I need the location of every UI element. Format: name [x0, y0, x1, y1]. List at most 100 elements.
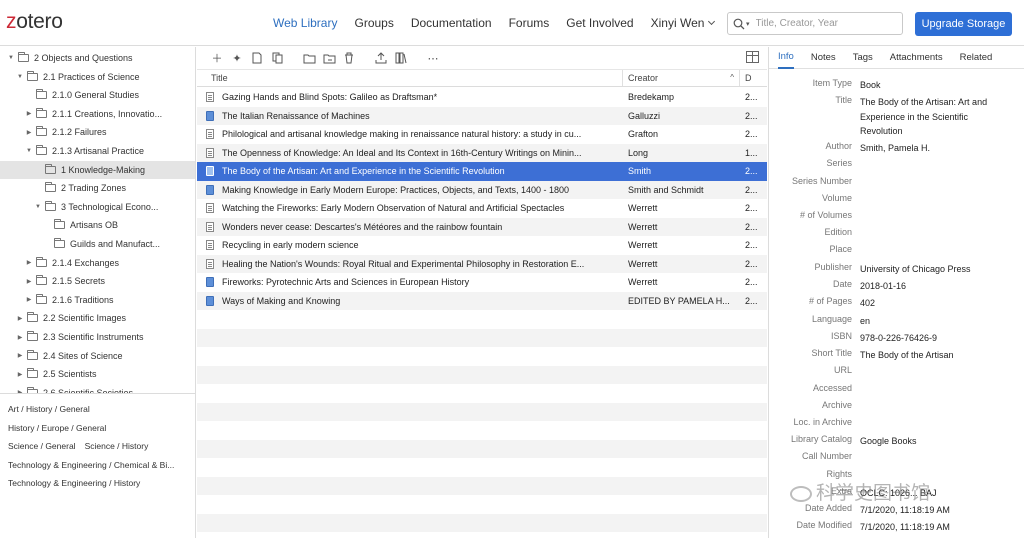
table-row[interactable]: Fireworks: Pyrotechnic Arts and Sciences…	[197, 273, 767, 292]
table-row[interactable]: The Italian Renaissance of Machines Gallu…	[197, 106, 767, 125]
collection-item[interactable]: 2.1.0 General Studies	[0, 86, 195, 104]
field-value[interactable]	[852, 362, 1012, 379]
nav-groups[interactable]: Groups	[354, 16, 393, 30]
tag[interactable]: Technology & Engineering / Chemical & Bi…	[8, 460, 174, 470]
collection-tree[interactable]: ▼ 2 Objects and Questions ▼ 2.1 Practices o…	[0, 47, 195, 394]
table-row[interactable]: Healing the Nation's Wounds: Royal Ritua…	[197, 254, 767, 273]
add-by-identifier-icon[interactable]: ✦	[230, 51, 244, 65]
field-value[interactable]	[852, 207, 1012, 224]
table-row[interactable]: Watching the Fireworks: Early Modern Obs…	[197, 199, 767, 218]
field-value[interactable]: Smith, Pamela H.	[852, 138, 1012, 155]
field-value[interactable]: 2018-01-16	[852, 276, 1012, 293]
collection-item[interactable]: ▼ 2.1.3 Artisanal Practice	[0, 142, 195, 160]
trash-icon[interactable]	[342, 51, 356, 65]
zotero-logo[interactable]: zotero	[6, 10, 63, 34]
tab-tags[interactable]: Tags	[853, 47, 873, 69]
search-box[interactable]: ▾	[727, 12, 903, 35]
column-picker-icon[interactable]	[746, 51, 759, 63]
field-value[interactable]: 7/1/2020, 11:18:19 AM	[852, 500, 1012, 517]
table-row[interactable]: Recycling in early modern science Werrett…	[197, 236, 767, 255]
table-row[interactable]: Philological and artisanal knowledge mak…	[197, 125, 767, 144]
collection-item[interactable]: ▶ 2.1.1 Creations, Innovatio...	[0, 105, 195, 123]
field-value[interactable]: Google Books	[852, 431, 1012, 448]
collapsed-chevron-icon[interactable]: ▶	[25, 296, 33, 303]
collection-item[interactable]: ▶ 2.1.6 Traditions	[0, 291, 195, 309]
field-value[interactable]	[852, 173, 1012, 190]
field-value[interactable]	[852, 380, 1012, 397]
nav-get-involved[interactable]: Get Involved	[566, 16, 633, 30]
column-creator[interactable]: Creator ^	[623, 70, 740, 86]
field-value[interactable]: The Body of the Artisan: Art and Experie…	[852, 92, 1012, 138]
tag[interactable]: History / Europe / General	[8, 423, 106, 433]
collection-item[interactable]: ▶ 2.6 Scientific Societies	[0, 384, 195, 393]
upgrade-storage-button[interactable]: Upgrade Storage	[915, 12, 1012, 36]
tag[interactable]: Technology & Engineering / History	[8, 478, 140, 488]
tab-attachments[interactable]: Attachments	[890, 47, 943, 69]
expanded-chevron-icon[interactable]: ▼	[16, 74, 24, 80]
field-value[interactable]	[852, 466, 1012, 483]
collapsed-chevron-icon[interactable]: ▶	[16, 352, 24, 359]
field-value[interactable]	[852, 155, 1012, 172]
table-row[interactable]: The Openness of Knowledge: An Ideal and …	[197, 143, 767, 162]
collection-item[interactable]: ▶ 2.4 Sites of Science	[0, 347, 195, 365]
collection-item[interactable]: ▶ 2.1.2 Failures	[0, 123, 195, 141]
collapsed-chevron-icon[interactable]: ▶	[16, 371, 24, 378]
field-value[interactable]: 978-0-226-76426-9	[852, 328, 1012, 345]
collection-item[interactable]: ▶ 2.1.4 Exchanges	[0, 254, 195, 272]
table-row[interactable]: Ways of Making and Knowing EDITED BY PAME…	[197, 291, 767, 310]
bibliography-icon[interactable]	[394, 51, 408, 65]
field-value[interactable]: 7/1/2020, 11:18:19 AM	[852, 517, 1012, 534]
tag[interactable]: Art / History / General	[8, 404, 90, 414]
collection-item[interactable]: Guilds and Manufact...	[0, 235, 195, 253]
collapsed-chevron-icon[interactable]: ▶	[25, 110, 33, 117]
collapsed-chevron-icon[interactable]: ▶	[25, 129, 33, 136]
column-date[interactable]: D	[740, 70, 767, 86]
field-value[interactable]: Book	[852, 75, 1012, 92]
search-input[interactable]	[755, 18, 896, 29]
collection-item[interactable]: ▶ 2.1.5 Secrets	[0, 272, 195, 290]
collection-item[interactable]: ▼ 2 Objects and Questions	[0, 49, 195, 67]
table-row[interactable]: Making Knowledge in Early Modern Europe:…	[197, 180, 767, 199]
tab-related[interactable]: Related	[960, 47, 993, 69]
nav-web-library[interactable]: Web Library	[273, 16, 337, 30]
expanded-chevron-icon[interactable]: ▼	[7, 55, 15, 61]
field-value[interactable]	[852, 190, 1012, 207]
table-row[interactable]: Gazing Hands and Blind Spots: Galileo as…	[197, 88, 767, 107]
new-note-icon[interactable]	[250, 51, 264, 65]
add-to-collection-icon[interactable]	[302, 51, 316, 65]
nav-documentation[interactable]: Documentation	[411, 16, 492, 30]
collection-item[interactable]: 1 Knowledge-Making	[0, 160, 195, 179]
field-value[interactable]	[852, 448, 1012, 465]
collection-item[interactable]: ▼ 2.1 Practices of Science	[0, 68, 195, 86]
remove-from-collection-icon[interactable]	[322, 51, 336, 65]
collection-item[interactable]: ▶ 2.3 Scientific Instruments	[0, 328, 195, 346]
column-title[interactable]: Title	[197, 70, 623, 86]
field-value[interactable]: 402	[852, 293, 1012, 310]
field-value[interactable]: University of Chicago Press	[852, 259, 1012, 276]
table-row[interactable]: The Body of the Artisan: Art and Experie…	[197, 162, 767, 181]
duplicate-icon[interactable]	[270, 51, 284, 65]
export-icon[interactable]	[374, 51, 388, 65]
collection-item[interactable]: 2 Trading Zones	[0, 179, 195, 197]
field-value[interactable]: en	[852, 311, 1012, 328]
collapsed-chevron-icon[interactable]: ▶	[25, 278, 33, 285]
expanded-chevron-icon[interactable]: ▼	[34, 204, 42, 210]
search-mode-chevron-icon[interactable]: ▾	[746, 20, 750, 28]
collapsed-chevron-icon[interactable]: ▶	[25, 259, 33, 266]
field-value[interactable]: OCLC: 1026... BAJ	[852, 483, 1012, 500]
nav-forums[interactable]: Forums	[509, 16, 550, 30]
field-value[interactable]	[852, 397, 1012, 414]
expanded-chevron-icon[interactable]: ▼	[25, 148, 33, 154]
table-row[interactable]: Wonders never cease: Descartes's Météore…	[197, 217, 767, 236]
collection-item[interactable]: ▼ 3 Technological Econo...	[0, 198, 195, 216]
field-value[interactable]	[852, 241, 1012, 258]
field-value[interactable]: The Body of the Artisan	[852, 345, 1012, 362]
collapsed-chevron-icon[interactable]: ▶	[16, 315, 24, 322]
tab-notes[interactable]: Notes	[811, 47, 836, 69]
tab-info[interactable]: Info	[778, 47, 794, 69]
collection-item[interactable]: ▶ 2.5 Scientists	[0, 365, 195, 383]
user-menu[interactable]: Xinyi Wen	[651, 16, 716, 30]
new-item-icon[interactable]: ＋	[210, 51, 224, 65]
tag[interactable]: Science / History	[85, 441, 149, 451]
collection-item[interactable]: Artisans OB	[0, 216, 195, 234]
